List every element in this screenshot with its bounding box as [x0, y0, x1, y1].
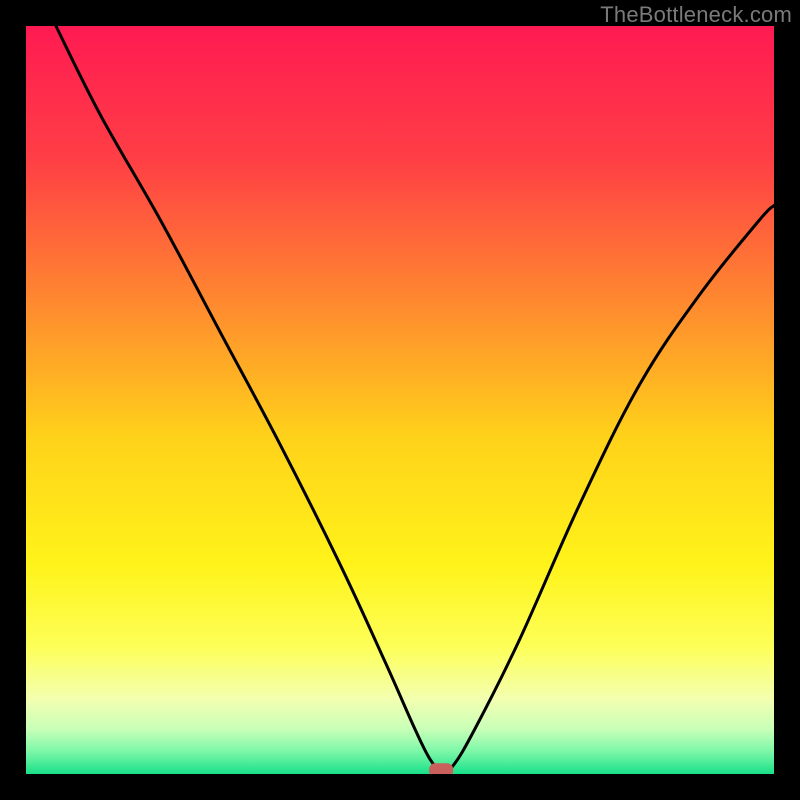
gradient-background: [26, 26, 774, 774]
plot-frame: [26, 26, 774, 774]
watermark-text: TheBottleneck.com: [600, 2, 792, 28]
optimum-marker: [429, 763, 453, 774]
chart-container: TheBottleneck.com: [0, 0, 800, 800]
bottleneck-chart: [26, 26, 774, 774]
